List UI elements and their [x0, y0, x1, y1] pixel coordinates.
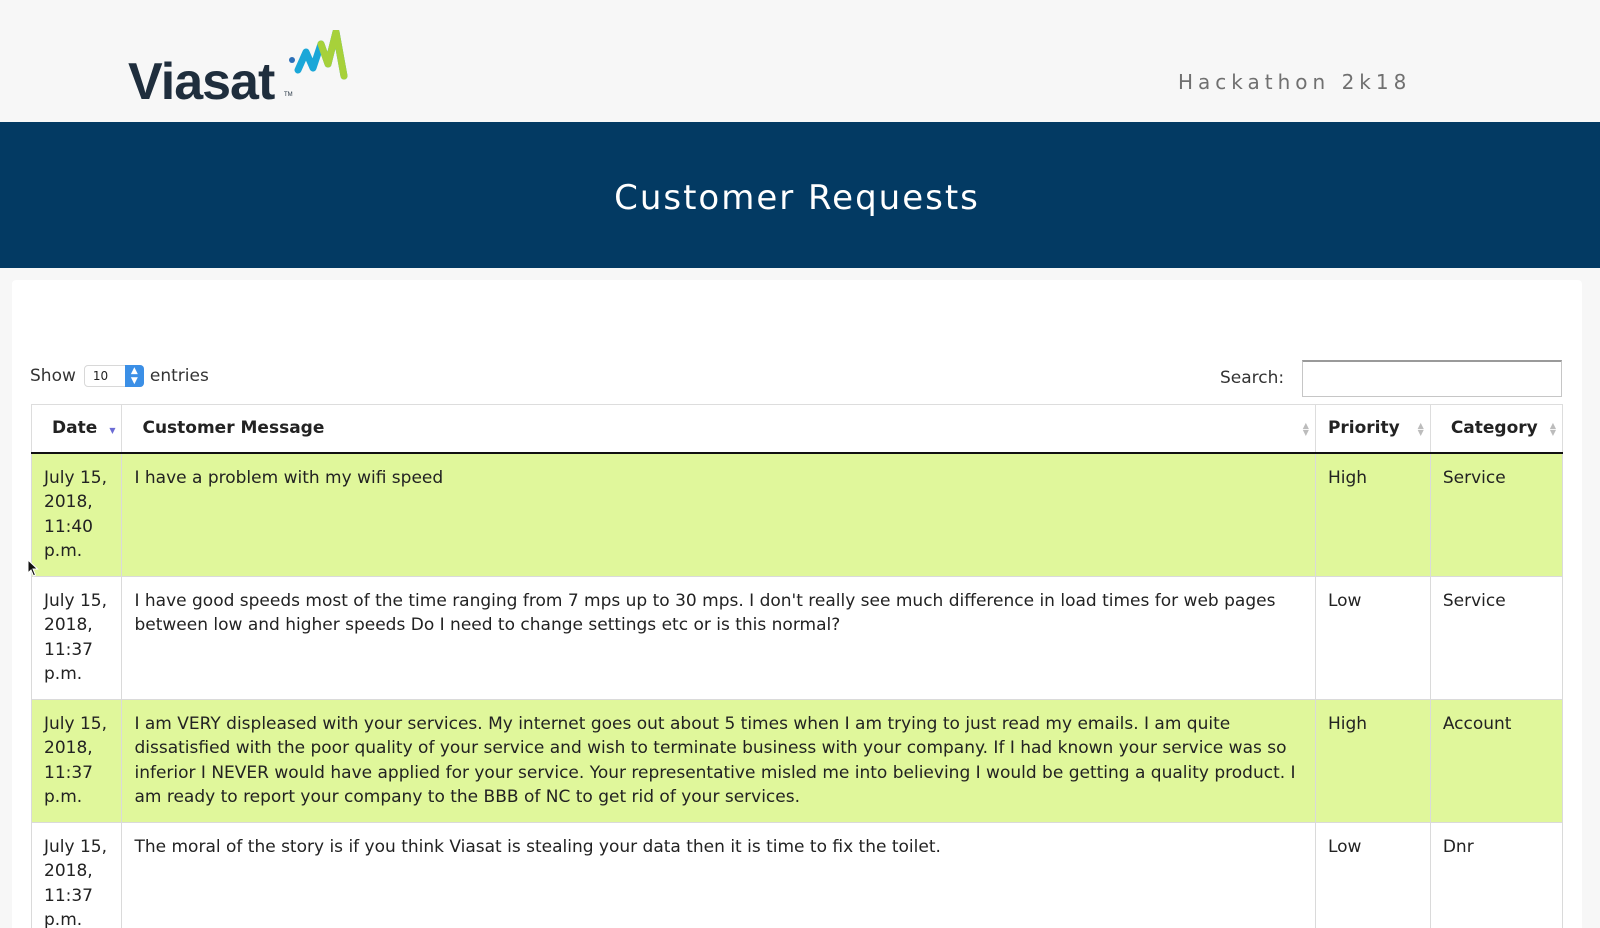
- sort-desc-icon: ▼: [109, 426, 116, 435]
- logo-trademark: TM: [284, 92, 293, 98]
- column-header-priority[interactable]: Priority ▲ ▼: [1314, 404, 1431, 454]
- cell-message: I have good speeds most of the time rang…: [121, 575, 1316, 700]
- page-banner: Customer Requests: [0, 122, 1600, 268]
- cell-category: Service: [1429, 575, 1564, 700]
- cell-priority: Low: [1314, 575, 1431, 700]
- table-row[interactable]: July 15, 2018, 11:37 p.m. The moral of t…: [30, 821, 1564, 928]
- cell-date: July 15, 2018, 11:37 p.m.: [30, 575, 123, 700]
- entries-select[interactable]: 10 ▲ ▼: [83, 365, 144, 387]
- cell-priority: High: [1314, 698, 1431, 823]
- viasat-wave-icon: [289, 30, 348, 80]
- cell-date: July 15, 2018, 11:37 p.m.: [30, 698, 123, 823]
- top-header: Viasat TM Hackathon 2k18: [0, 0, 1600, 122]
- column-header-category[interactable]: Category ▲ ▼: [1429, 404, 1564, 454]
- entries-label: entries: [149, 366, 209, 386]
- cell-priority: Low: [1314, 821, 1431, 928]
- cell-message: The moral of the story is if you think V…: [121, 821, 1316, 928]
- entries-select-value: 10: [92, 369, 109, 383]
- cell-category: Account: [1429, 698, 1564, 823]
- column-header-label: Priority: [1327, 418, 1400, 439]
- column-header-label: Category: [1450, 418, 1538, 439]
- cell-date: July 15, 2018, 11:40 p.m.: [30, 452, 123, 577]
- cell-message: I am VERY displeased with your services.…: [121, 698, 1316, 823]
- cell-category: Service: [1429, 452, 1564, 577]
- cell-date: July 15, 2018, 11:37 p.m.: [30, 821, 123, 928]
- mouse-pointer-icon: [27, 559, 39, 577]
- search-input[interactable]: [1302, 360, 1562, 397]
- table-row[interactable]: July 15, 2018, 11:37 p.m. I have good sp…: [30, 575, 1564, 700]
- cell-priority: High: [1314, 452, 1431, 577]
- search-label: Search:: [1220, 368, 1285, 388]
- cell-category: Dnr: [1429, 821, 1564, 928]
- viasat-logo[interactable]: Viasat TM: [128, 30, 358, 111]
- cell-message: I have a problem with my wifi speed: [121, 452, 1316, 577]
- updown-chevron-icon: ▲ ▼: [124, 365, 144, 387]
- logo-wordmark: Viasat: [128, 53, 275, 111]
- column-header-date[interactable]: Date ▼: [30, 404, 123, 454]
- table-header-row: Date ▼ Customer Message ▲ ▼ Priority ▲ ▼ C…: [30, 404, 1564, 454]
- table-row[interactable]: July 15, 2018, 11:40 p.m. I have a probl…: [30, 452, 1564, 577]
- sort-both-icon: ▲ ▼: [1549, 421, 1556, 437]
- show-label: Show: [30, 366, 76, 386]
- sort-both-icon: ▲ ▼: [1417, 421, 1424, 437]
- page-title: Customer Requests: [614, 178, 980, 218]
- table-row[interactable]: July 15, 2018, 11:37 p.m. I am VERY disp…: [30, 698, 1564, 823]
- column-header-label: Date: [52, 418, 98, 439]
- column-header-message[interactable]: Customer Message ▲ ▼: [121, 404, 1316, 454]
- hackathon-tagline: Hackathon 2k18: [1178, 70, 1412, 94]
- sort-both-icon: ▲ ▼: [1302, 421, 1309, 437]
- column-header-label: Customer Message: [142, 418, 325, 439]
- requests-table: Date ▼ Customer Message ▲ ▼ Priority ▲ ▼ C…: [30, 404, 1564, 928]
- entries-length-control: Show 10 ▲ ▼ entries: [30, 364, 209, 388]
